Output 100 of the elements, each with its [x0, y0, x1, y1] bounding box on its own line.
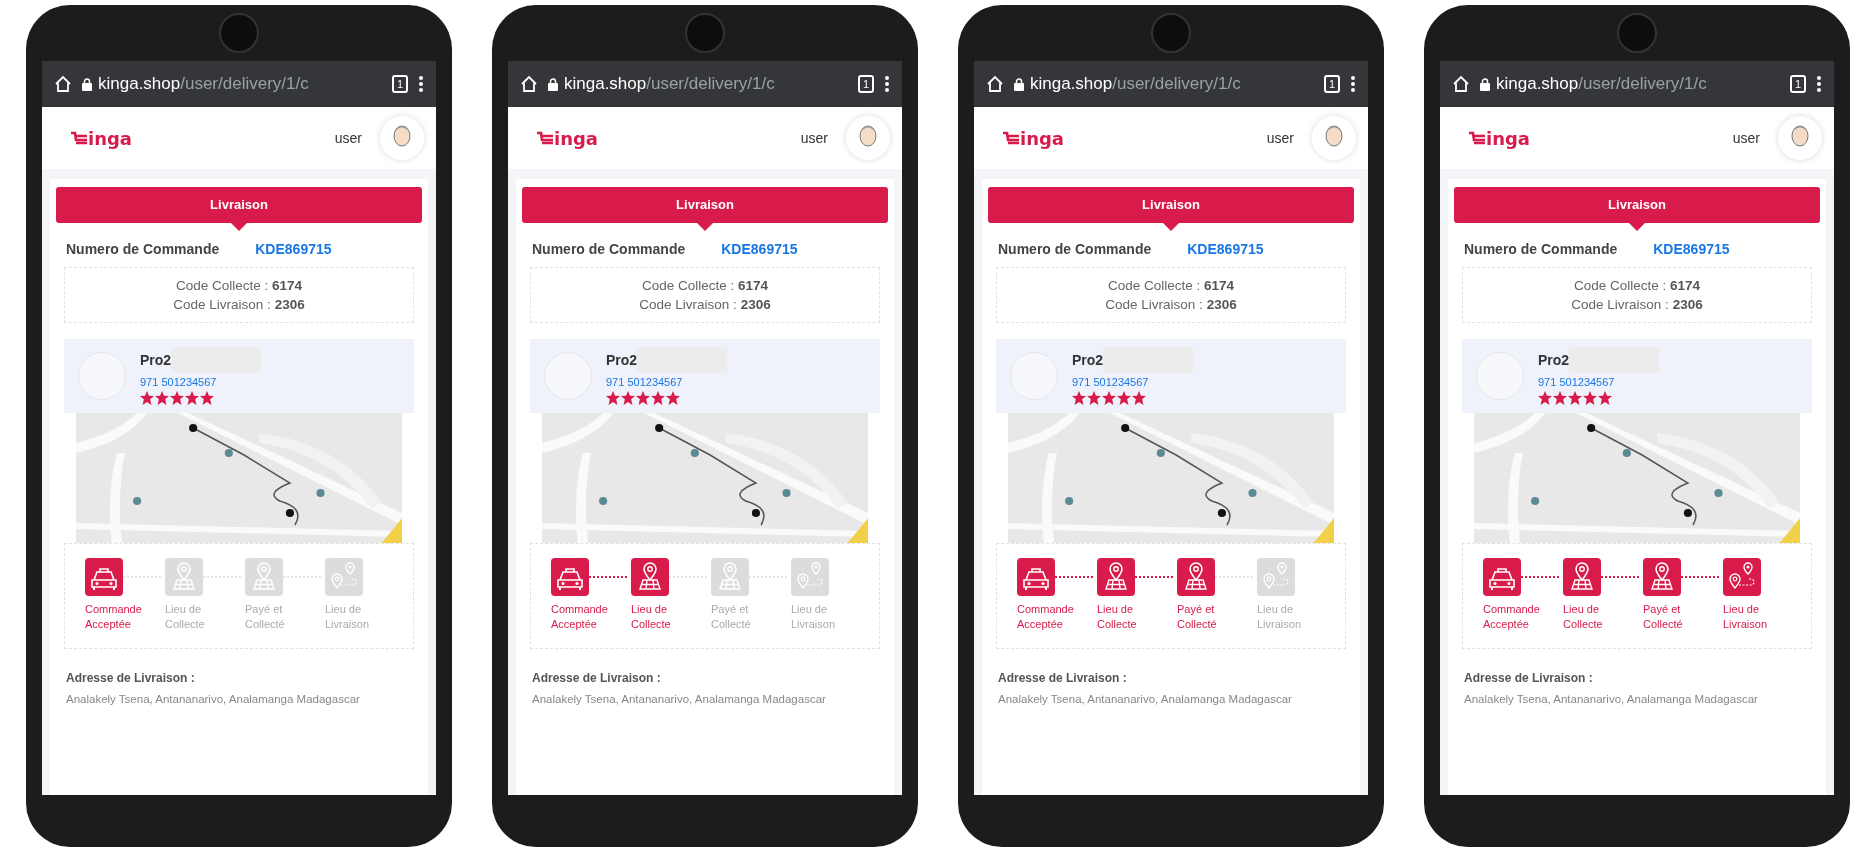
- lock-icon: [548, 77, 558, 91]
- logo[interactable]: inga: [1468, 127, 1530, 149]
- camera-notch: [1617, 13, 1657, 53]
- camera-notch: [1151, 13, 1191, 53]
- order-number: KDE869715: [721, 241, 798, 257]
- order-number: KDE869715: [1653, 241, 1730, 257]
- step-label: Commande Acceptée: [551, 602, 609, 632]
- star-icon: [1087, 391, 1101, 405]
- more-icon[interactable]: [884, 75, 890, 93]
- star-icon: [1538, 391, 1552, 405]
- home-icon[interactable]: [986, 75, 1004, 93]
- star-icon: [1583, 391, 1597, 405]
- tab-pointer: [1163, 223, 1179, 231]
- step-label: Lieu de Collecte: [1563, 602, 1604, 632]
- star-icon: [1117, 391, 1131, 405]
- step-label: Commande Acceptée: [85, 602, 143, 632]
- code-line: Code Livraison : 2306: [639, 297, 771, 312]
- star-icon: [1553, 391, 1567, 405]
- step-label: Lieu de Collecte: [165, 602, 206, 632]
- address-label: Adresse de Livraison :: [1464, 671, 1594, 685]
- step-label: Payé et Collecté: [245, 602, 286, 632]
- star-icon: [1072, 391, 1086, 405]
- star-icon: [666, 391, 680, 405]
- address-text: Analakely Tsena, Antananarivo, Analamanga Madagascar: [1464, 693, 1759, 705]
- user-name: user: [1266, 130, 1294, 146]
- home-icon[interactable]: [520, 75, 538, 93]
- provider-phone[interactable]: 971 501234567: [1538, 376, 1660, 388]
- provider-name: Pro2: [1538, 352, 1570, 368]
- delivery-tab[interactable]: Livraison: [522, 187, 888, 223]
- more-icon[interactable]: [418, 75, 424, 93]
- home-icon[interactable]: [1452, 75, 1470, 93]
- more-icon[interactable]: [1350, 75, 1356, 93]
- step-label: Lieu de Livraison: [325, 602, 371, 632]
- tab-pointer: [1629, 223, 1645, 231]
- star-icon: [140, 391, 154, 405]
- star-icon: [1598, 391, 1612, 405]
- code-line: Code Collecte : 6174: [1573, 278, 1701, 293]
- lock-icon: [1480, 77, 1490, 91]
- url-field[interactable]: kinga.shop/user/delivery/1/c: [82, 67, 382, 101]
- star-icon: [170, 391, 184, 405]
- more-icon[interactable]: [1816, 75, 1822, 93]
- address-label: Adresse de Livraison :: [66, 671, 196, 685]
- code-line: Code Collecte : 6174: [175, 278, 303, 293]
- provider-name: Pro2: [140, 352, 172, 368]
- user-name: user: [1732, 130, 1760, 146]
- order-number-label: Numero de Commande: [1464, 241, 1618, 257]
- url-field[interactable]: kinga.shop/user/delivery/1/c: [1480, 67, 1780, 101]
- provider-phone[interactable]: 971 501234567: [140, 376, 262, 388]
- star-icon: [155, 391, 169, 405]
- delivery-tab[interactable]: Livraison: [56, 187, 422, 223]
- logo[interactable]: inga: [70, 127, 132, 149]
- provider-name: Pro2: [606, 352, 638, 368]
- step-label: Lieu de Livraison: [791, 602, 837, 632]
- user-name: user: [800, 130, 828, 146]
- step-label: Lieu de Livraison: [1723, 602, 1769, 632]
- tab-pointer: [697, 223, 713, 231]
- star-icon: [1132, 391, 1146, 405]
- order-number: KDE869715: [255, 241, 332, 257]
- camera-notch: [219, 13, 259, 53]
- lock-icon: [1014, 77, 1024, 91]
- tab-count-button[interactable]: 1: [857, 75, 874, 93]
- tab-count-button[interactable]: 1: [1789, 75, 1806, 93]
- code-line: Code Livraison : 2306: [1105, 297, 1237, 312]
- code-line: Code Livraison : 2306: [173, 297, 305, 312]
- step-label: Commande Acceptée: [1483, 602, 1541, 632]
- tab-count-button[interactable]: 1: [1323, 75, 1340, 93]
- order-number: KDE869715: [1187, 241, 1264, 257]
- delivery-tab[interactable]: Livraison: [1454, 187, 1820, 223]
- user-name: user: [334, 130, 362, 146]
- step-label: Lieu de Collecte: [1097, 602, 1138, 632]
- address-label: Adresse de Livraison :: [532, 671, 662, 685]
- tab-pointer: [231, 223, 247, 231]
- step-label: Lieu de Livraison: [1257, 602, 1303, 632]
- step-label: Payé et Collecté: [711, 602, 752, 632]
- order-number-label: Numero de Commande: [532, 241, 686, 257]
- provider-phone[interactable]: 971 501234567: [606, 376, 728, 388]
- order-number-label: Numero de Commande: [66, 241, 220, 257]
- home-icon[interactable]: [54, 75, 72, 93]
- logo[interactable]: inga: [536, 127, 598, 149]
- star-icon: [200, 391, 214, 405]
- star-icon: [1568, 391, 1582, 405]
- star-icon: [1102, 391, 1116, 405]
- code-line: Code Livraison : 2306: [1571, 297, 1703, 312]
- provider-phone[interactable]: 971 501234567: [1072, 376, 1194, 388]
- address-label: Adresse de Livraison :: [998, 671, 1128, 685]
- url-field[interactable]: kinga.shop/user/delivery/1/c: [548, 67, 848, 101]
- order-number-label: Numero de Commande: [998, 241, 1152, 257]
- star-icon: [185, 391, 199, 405]
- lock-icon: [82, 77, 92, 91]
- delivery-tab[interactable]: Livraison: [988, 187, 1354, 223]
- logo[interactable]: inga: [1002, 127, 1064, 149]
- url-field[interactable]: kinga.shop/user/delivery/1/c: [1014, 67, 1314, 101]
- star-icon: [636, 391, 650, 405]
- provider-name: Pro2: [1072, 352, 1104, 368]
- camera-notch: [685, 13, 725, 53]
- address-text: Analakely Tsena, Antananarivo, Analamanga Madagascar: [532, 693, 827, 705]
- tab-count-button[interactable]: 1: [391, 75, 408, 93]
- star-icon: [606, 391, 620, 405]
- code-line: Code Collecte : 6174: [641, 278, 769, 293]
- star-icon: [651, 391, 665, 405]
